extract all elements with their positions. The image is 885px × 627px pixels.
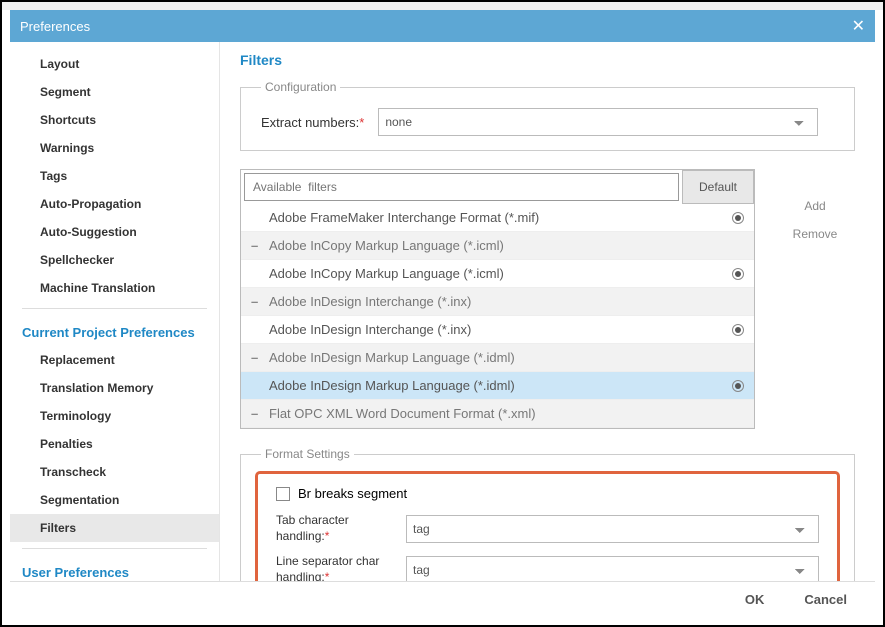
ok-button[interactable]: OK [745,592,765,607]
collapse-icon[interactable]: – [251,294,269,309]
add-button[interactable]: Add [775,199,855,213]
highlight-box: Br breaks segment Tab character handling… [255,471,840,581]
filter-row[interactable]: –Adobe InCopy Markup Language (*.icml) [241,232,754,260]
panel-title: Filters [240,52,855,68]
filter-label: Adobe InDesign Interchange (*.inx) [269,322,732,337]
filter-label: Adobe InCopy Markup Language (*.icml) [269,266,732,281]
format-settings-fieldset: Format Settings Br breaks segment Tab ch… [240,447,855,581]
extract-numbers-select[interactable]: none [378,108,818,136]
sidebar-item[interactable]: Terminology [10,402,219,430]
default-button[interactable]: Default [682,170,754,204]
configuration-fieldset: Configuration Extract numbers:* none [240,80,855,151]
br-breaks-checkbox[interactable] [276,487,290,501]
sidebar-item[interactable]: Spellchecker [10,246,219,274]
titlebar: Preferences ✕ [10,10,875,42]
collapse-icon[interactable]: – [251,350,269,365]
sidebar: LayoutSegmentShortcutsWarningsTagsAuto-P… [10,42,220,581]
configuration-legend: Configuration [261,80,340,94]
filter-radio[interactable] [732,212,744,224]
collapse-icon[interactable]: – [251,238,269,253]
sidebar-item[interactable]: Layout [10,50,219,78]
filter-search-input[interactable] [244,173,679,201]
filter-label: Adobe InDesign Interchange (*.inx) [269,294,744,309]
dialog-footer: OK Cancel [10,581,875,617]
project-prefs-section: Current Project Preferences [10,315,219,346]
user-prefs-section: User Preferences [10,555,219,581]
sidebar-item[interactable]: Auto-Propagation [10,190,219,218]
line-sep-label: Line separator char handling:* [276,554,386,581]
filter-row[interactable]: –Adobe InDesign Markup Language (*.idml) [241,344,754,372]
sidebar-item[interactable]: Filters [10,514,219,542]
sidebar-item[interactable]: Penalties [10,430,219,458]
sidebar-item[interactable]: Segment [10,78,219,106]
tab-handling-label: Tab character handling:* [276,513,386,544]
tab-handling-select[interactable]: tag [406,515,819,543]
filter-label: Flat OPC XML Word Document Format (*.xml… [269,406,744,421]
filter-label: Adobe InCopy Markup Language (*.icml) [269,238,744,253]
filter-row[interactable]: Adobe InCopy Markup Language (*.icml) [241,260,754,288]
filter-label: Adobe InDesign Markup Language (*.idml) [269,350,744,365]
sidebar-item[interactable]: Tags [10,162,219,190]
cancel-button[interactable]: Cancel [804,592,847,607]
preferences-dialog: Preferences ✕ LayoutSegmentShortcutsWarn… [10,10,875,617]
filter-row[interactable]: Adobe FrameMaker Interchange Format (*.m… [241,204,754,232]
filter-label: Adobe InDesign Markup Language (*.idml) [269,378,732,393]
filter-radio[interactable] [732,380,744,392]
filter-label: Adobe FrameMaker Interchange Format (*.m… [269,210,732,225]
sidebar-item[interactable]: Warnings [10,134,219,162]
filter-radio[interactable] [732,268,744,280]
filter-row[interactable]: –Flat OPC XML Word Document Format (*.xm… [241,400,754,428]
dialog-title: Preferences [20,19,90,34]
sidebar-item[interactable]: Auto-Suggestion [10,218,219,246]
line-sep-select[interactable]: tag [406,556,819,581]
filter-row[interactable]: –Adobe InDesign Interchange (*.inx) [241,288,754,316]
close-icon[interactable]: ✕ [852,16,865,36]
sidebar-item[interactable]: Transcheck [10,458,219,486]
filter-row[interactable]: Adobe InDesign Markup Language (*.idml) [241,372,754,400]
filter-table: Default Adobe FrameMaker Interchange For… [240,169,755,429]
filter-radio[interactable] [732,324,744,336]
filter-row[interactable]: Adobe InDesign Interchange (*.inx) [241,316,754,344]
br-breaks-label: Br breaks segment [298,486,407,501]
sidebar-item[interactable]: Translation Memory [10,374,219,402]
format-settings-legend: Format Settings [261,447,354,461]
collapse-icon[interactable]: – [251,406,269,421]
remove-button[interactable]: Remove [775,227,855,241]
sidebar-item[interactable]: Machine Translation [10,274,219,302]
extract-numbers-label: Extract numbers:* [261,115,364,130]
sidebar-item[interactable]: Shortcuts [10,106,219,134]
sidebar-item[interactable]: Replacement [10,346,219,374]
sidebar-item[interactable]: Segmentation [10,486,219,514]
content-panel: Filters Configuration Extract numbers:* … [220,42,875,581]
